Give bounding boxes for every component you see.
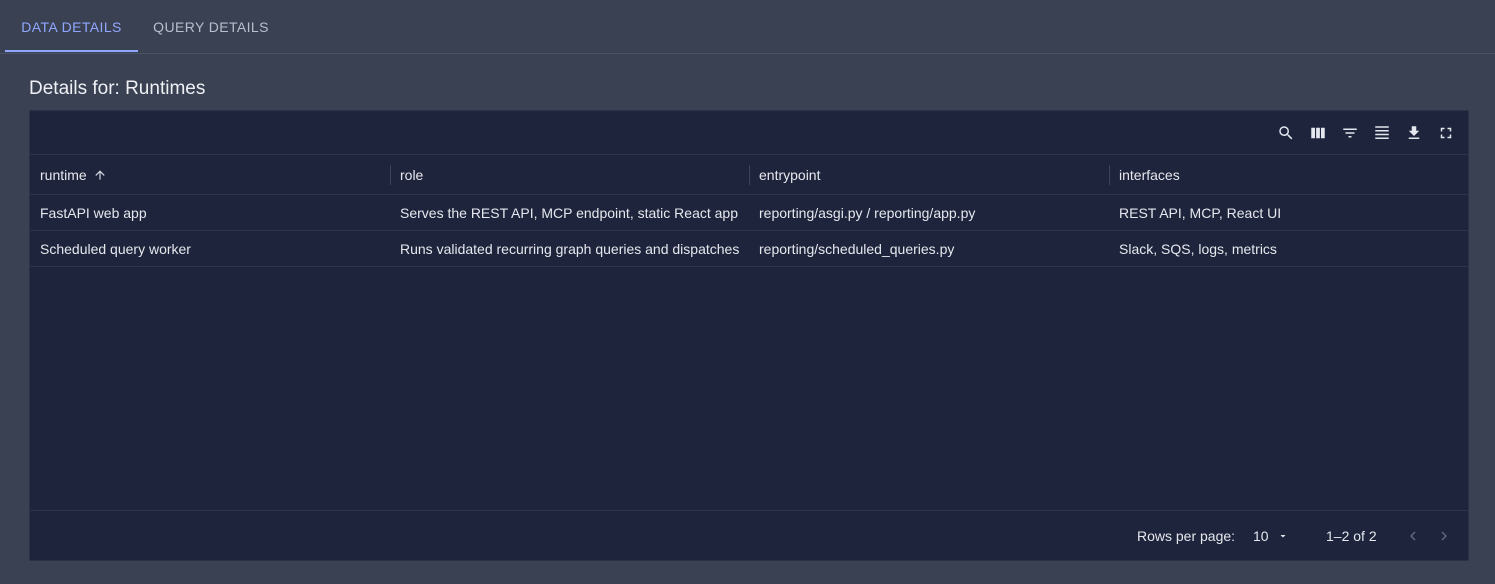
column-header-label: runtime (40, 167, 87, 183)
rows-per-page-select[interactable]: 10 (1253, 511, 1289, 561)
filter-icon[interactable] (1340, 123, 1360, 143)
fullscreen-icon[interactable] (1436, 123, 1456, 143)
table-header: runtime role entrypoint interfaces (30, 155, 1468, 195)
chevron-left-icon (1410, 531, 1416, 541)
table-cell: reporting/scheduled_queries.py (759, 241, 955, 257)
column-header-label: role (400, 167, 424, 183)
table-pagination: Rows per page: 10 1–2 of 2 (30, 510, 1468, 562)
density-icon[interactable] (1372, 123, 1392, 143)
previous-page-button[interactable] (1403, 526, 1423, 546)
table-row[interactable]: FastAPI web app Serves the REST API, MCP… (30, 195, 1468, 231)
tab-bar: DATA DETAILS QUERY DETAILS (0, 0, 1495, 54)
table-row[interactable]: Scheduled query worker Runs validated re… (30, 231, 1468, 267)
table-cell: Slack, SQS, logs, metrics (1119, 241, 1277, 257)
download-icon[interactable] (1404, 123, 1424, 143)
caret-down-icon (1280, 535, 1286, 538)
rows-per-page-label: Rows per page: (1137, 528, 1236, 544)
table-cell: Scheduled query worker (40, 241, 191, 257)
table-cell: Runs validated recurring graph queries a… (400, 241, 740, 257)
column-header-runtime[interactable]: runtime (30, 155, 390, 195)
data-table-panel: runtime role entrypoint interfaces FastA… (29, 110, 1469, 561)
column-header-role[interactable]: role (390, 155, 749, 195)
search-icon[interactable] (1276, 123, 1296, 143)
column-header-label: interfaces (1119, 167, 1180, 183)
next-page-button[interactable] (1434, 526, 1454, 546)
columns-icon[interactable] (1308, 123, 1328, 143)
table-toolbar (30, 111, 1468, 155)
tab-query-details[interactable]: QUERY DETAILS (140, 0, 282, 53)
page-title: Details for: Runtimes (29, 78, 206, 99)
sort-ascending-icon[interactable] (93, 168, 107, 182)
rows-per-page-value: 10 (1253, 528, 1269, 544)
column-header-entrypoint[interactable]: entrypoint (749, 155, 1109, 195)
table-cell: REST API, MCP, React UI (1119, 205, 1282, 221)
table-cell: FastAPI web app (40, 205, 147, 221)
pagination-range: 1–2 of 2 (1326, 528, 1377, 544)
chevron-right-icon (1441, 531, 1447, 541)
column-header-interfaces[interactable]: interfaces (1109, 155, 1469, 195)
table-cell: reporting/asgi.py / reporting/app.py (759, 205, 976, 221)
column-header-label: entrypoint (759, 167, 821, 183)
active-tab-indicator (5, 50, 138, 52)
table-cell: Serves the REST API, MCP endpoint, stati… (400, 205, 738, 221)
tab-data-details[interactable]: DATA DETAILS (5, 0, 138, 53)
